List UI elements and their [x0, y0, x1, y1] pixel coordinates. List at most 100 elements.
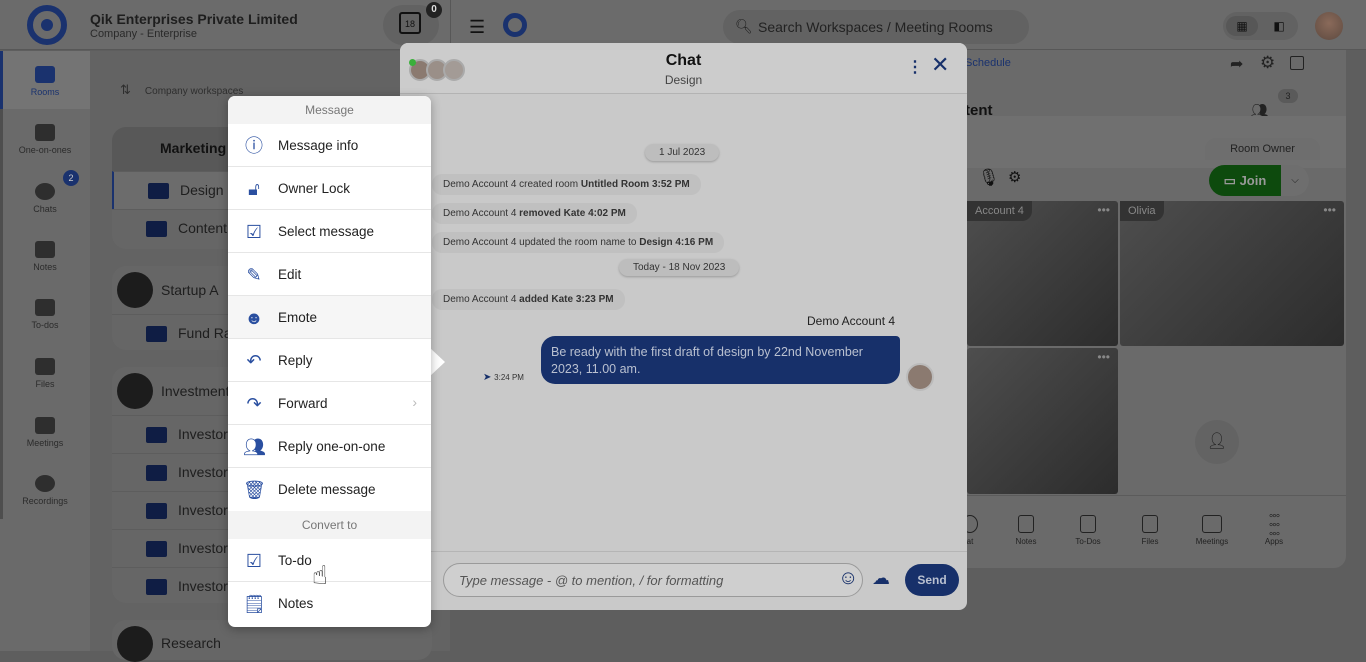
unlock-icon: 🔓︎	[248, 179, 260, 199]
system-message: Demo Account 4 added Kate 3:23 PM	[432, 289, 625, 310]
trash-icon: 🗑︎	[243, 480, 266, 500]
apps-icon: °°° °°° °°°	[1268, 513, 1280, 543]
calendar-badge: 0	[426, 2, 442, 18]
event-detail: Untitled Room 3:52 PM	[580, 179, 690, 190]
bottom-label: Meetings	[1195, 537, 1229, 546]
schedule-link[interactable]: Schedule	[965, 57, 1011, 69]
menu-convert-notes[interactable]: 🗒︎ Notes	[228, 582, 431, 625]
emoji-icon[interactable]: ☺	[838, 567, 858, 590]
chat-title: Chat	[665, 52, 702, 69]
qik-logo[interactable]	[27, 5, 67, 45]
menu-forward[interactable]: ↷ Forward ›	[228, 382, 431, 425]
more-icon[interactable]: •••	[1323, 203, 1336, 217]
event-text: Demo Account 4	[443, 208, 520, 219]
menu-label: Emote	[278, 310, 318, 325]
sender-name: Demo Account 4	[807, 314, 896, 328]
settings-icon[interactable]: ⚙	[1260, 53, 1275, 73]
view-toggle[interactable]: ▦ ◧	[1223, 12, 1298, 40]
menu-message-info[interactable]: ⓘ Message info	[228, 124, 431, 167]
nav-label: To-dos	[31, 320, 59, 330]
menu-reply[interactable]: ↶ Reply	[228, 339, 431, 382]
sort-icon[interactable]: ⇅	[120, 82, 131, 97]
company-name: Qik Enterprises Private Limited	[90, 11, 298, 27]
join-button[interactable]: ▭ Join	[1209, 165, 1281, 196]
menu-label: Reply one-on-one	[278, 439, 386, 454]
nav-label: Rooms	[30, 87, 60, 97]
nav-label: One-on-ones	[18, 145, 72, 155]
more-options-icon[interactable]: ⋮	[907, 57, 923, 77]
menu-label: Message info	[278, 138, 359, 153]
video-tile[interactable]: •••	[967, 348, 1118, 494]
group-avatar	[117, 272, 153, 308]
todo-icon	[35, 299, 55, 316]
checkbox-icon: ☑	[245, 222, 263, 242]
chevron-right-icon: ›	[412, 394, 417, 410]
search-input[interactable]: 🔍︎ Search Workspaces / Meeting Rooms	[723, 10, 1029, 44]
notes-icon	[35, 241, 55, 258]
sender-avatar	[906, 363, 934, 391]
more-icon[interactable]: •••	[1097, 350, 1110, 364]
chat-dialog: Chat Design ⋮ ✕ 1 Jul 2023 Demo Account …	[400, 43, 967, 610]
system-message: Demo Account 4 removed Kate 4:02 PM	[432, 203, 637, 224]
bottom-meetings[interactable]: Meetings	[1187, 515, 1237, 546]
popout-icon[interactable]	[1290, 56, 1304, 70]
more-icon[interactable]: •••	[1097, 203, 1110, 217]
hamburger-icon[interactable]: ☰	[469, 17, 485, 38]
message-bubble[interactable]: Be ready with the first draft of design …	[541, 336, 900, 384]
event-text: Demo Account 4	[443, 294, 520, 305]
mic-settings-icon[interactable]: ⚙	[1008, 168, 1021, 186]
video-tile[interactable]: Account 4 •••	[967, 201, 1118, 346]
bottom-files[interactable]: Files	[1125, 515, 1175, 546]
mic-icon[interactable]: 🎙︎	[978, 168, 1000, 188]
menu-label: Notes	[278, 596, 314, 611]
divider	[400, 551, 967, 552]
people-icon	[35, 124, 55, 141]
user-avatar[interactable]	[1315, 12, 1343, 40]
nav-rooms[interactable]: Rooms	[0, 66, 90, 97]
group-name[interactable]: Research	[161, 635, 221, 651]
nav-one-on-ones[interactable]: One-on-ones	[0, 124, 90, 155]
menu-label: Select message	[278, 224, 375, 239]
calendar-button[interactable]: 18 0	[383, 2, 442, 45]
share-icon[interactable]: ➦	[1230, 54, 1243, 74]
event-text: Demo Account 4 updated the room name to	[443, 237, 640, 248]
nav-label: Files	[35, 379, 55, 389]
group-name[interactable]: Investment	[161, 383, 229, 399]
message-time: ➤ 3:24 PM	[483, 372, 524, 383]
smiley-icon: ☻	[244, 308, 264, 328]
chat-header: Chat Design ⋮ ✕	[400, 43, 967, 94]
nav-recordings[interactable]: Recordings	[0, 475, 90, 506]
menu-select-message[interactable]: ☑ Select message	[228, 210, 431, 253]
forward-icon: ↷	[246, 394, 262, 414]
add-participant-icon[interactable]: 👤︎	[1195, 420, 1239, 464]
menu-edit[interactable]: ✎ Edit	[228, 253, 431, 296]
close-icon[interactable]: ✕	[931, 52, 949, 78]
group-name[interactable]: Startup A	[161, 282, 219, 298]
menu-delete-message[interactable]: 🗑︎ Delete message	[228, 468, 431, 511]
join-dropdown[interactable]: ⌵	[1281, 165, 1309, 196]
menu-convert-todo[interactable]: ☑ To-do	[228, 539, 431, 582]
nav-todos[interactable]: To-dos	[0, 299, 90, 330]
nav-meetings[interactable]: Meetings	[0, 417, 90, 448]
nav-files[interactable]: Files	[0, 358, 90, 389]
bottom-notes[interactable]: Notes	[1001, 515, 1051, 546]
nav-chats[interactable]: Chats	[0, 183, 90, 214]
room-panel: Schedule ➦ ⚙ tent 👥︎ 3 Room Owner 🎙︎ ⚙ ▭…	[960, 50, 1346, 568]
sidebar-view-icon[interactable]: ◧	[1263, 16, 1295, 36]
send-button[interactable]: Send	[905, 564, 959, 596]
bottom-apps[interactable]: °°° °°° °°° Apps	[1249, 513, 1299, 547]
chats-badge: 2	[63, 170, 79, 186]
people-icon: 👥︎	[243, 437, 266, 457]
menu-reply-one-on-one[interactable]: 👥︎ Reply one-on-one	[228, 425, 431, 468]
nav-label: Recordings	[22, 496, 68, 506]
video-tile[interactable]: Olivia •••	[1120, 201, 1344, 346]
upload-icon[interactable]: ☁	[872, 568, 890, 589]
nav-notes[interactable]: Notes	[0, 241, 90, 272]
menu-emote[interactable]: ☻ Emote	[228, 296, 431, 339]
grid-view-icon[interactable]: ▦	[1226, 16, 1258, 36]
menu-label: Owner Lock	[278, 181, 351, 196]
bottom-todos[interactable]: To-Dos	[1063, 515, 1113, 546]
message-input[interactable]: Type message - @ to mention, / for forma…	[443, 563, 863, 597]
nav-label: Chats	[33, 204, 57, 214]
menu-owner-lock[interactable]: 🔓︎ Owner Lock	[228, 167, 431, 210]
